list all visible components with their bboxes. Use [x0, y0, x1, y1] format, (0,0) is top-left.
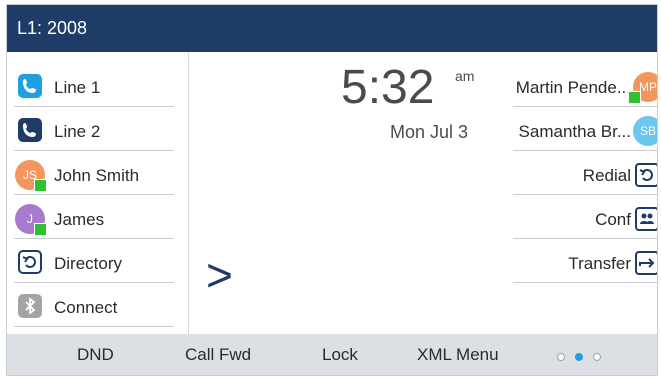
speed-dial-martin[interactable]: Martin Pende... MP	[513, 67, 657, 107]
page-dot-1[interactable]	[557, 353, 565, 361]
line-key-label: Connect	[54, 298, 118, 317]
line-key-directory[interactable]: Directory	[14, 243, 174, 283]
avatar: SB	[633, 116, 657, 146]
clock-ampm: am	[455, 68, 475, 84]
presence-indicator	[34, 223, 47, 236]
line-key-label: John Smith	[54, 166, 140, 185]
speed-dial-label: Samantha Br...	[518, 122, 631, 141]
softkey-bar: DND Call Fwd Lock XML Menu	[7, 334, 657, 375]
page-dot-2[interactable]	[575, 353, 583, 361]
softkey-dnd[interactable]: DND	[77, 345, 114, 365]
left-line-keys: Line 1 Line 2 JS John Smith J James Dire…	[7, 52, 187, 334]
line-key-connect[interactable]: Connect	[14, 287, 174, 327]
line-key-line-1[interactable]: Line 1	[14, 67, 174, 107]
bluetooth-icon	[18, 294, 42, 318]
status-bar: L1: 2008	[7, 5, 657, 52]
redial-key[interactable]: Redial	[513, 155, 657, 195]
idle-screen: 5:32 am Mon Jul 3 >	[188, 52, 499, 334]
phone-screen: L1: 2008 Line 1 Line 2 JS John Smith J J…	[6, 4, 658, 376]
chevron-right-icon[interactable]: >	[206, 252, 233, 298]
page-dot-3[interactable]	[593, 353, 601, 361]
right-line-keys: Martin Pende... MP Samantha Br... SB Red…	[498, 52, 657, 334]
transfer-icon	[635, 251, 657, 275]
speed-dial-label: Martin Pende...	[515, 78, 631, 97]
softkey-call-fwd[interactable]: Call Fwd	[185, 345, 251, 365]
phone-icon	[18, 118, 42, 142]
presence-indicator	[628, 91, 641, 104]
clock-date: Mon Jul 3	[390, 122, 469, 142]
line-title: L1: 2008	[17, 18, 88, 38]
conference-key[interactable]: Conf	[513, 199, 657, 239]
line-key-john-smith[interactable]: JS John Smith	[14, 155, 174, 195]
presence-indicator	[34, 179, 47, 192]
line-key-label: Directory	[54, 254, 123, 273]
speed-dial-samantha[interactable]: Samantha Br... SB	[513, 111, 657, 151]
transfer-label: Transfer	[568, 254, 631, 273]
softkey-lock[interactable]: Lock	[322, 345, 358, 365]
redial-label: Redial	[582, 166, 631, 185]
conference-label: Conf	[595, 210, 631, 229]
line-key-james[interactable]: J James	[14, 199, 174, 239]
transfer-key[interactable]: Transfer	[513, 243, 657, 283]
redial-icon	[635, 163, 657, 187]
directory-icon	[18, 250, 42, 274]
softkey-xml-menu[interactable]: XML Menu	[417, 345, 499, 365]
line-key-label: Line 2	[54, 122, 101, 141]
line-key-label: Line 1	[54, 78, 101, 97]
line-key-label: James	[54, 210, 105, 229]
phone-icon	[18, 74, 42, 98]
line-key-line-2[interactable]: Line 2	[14, 111, 174, 151]
clock-time: 5:32	[341, 61, 435, 114]
conference-icon	[635, 207, 657, 231]
